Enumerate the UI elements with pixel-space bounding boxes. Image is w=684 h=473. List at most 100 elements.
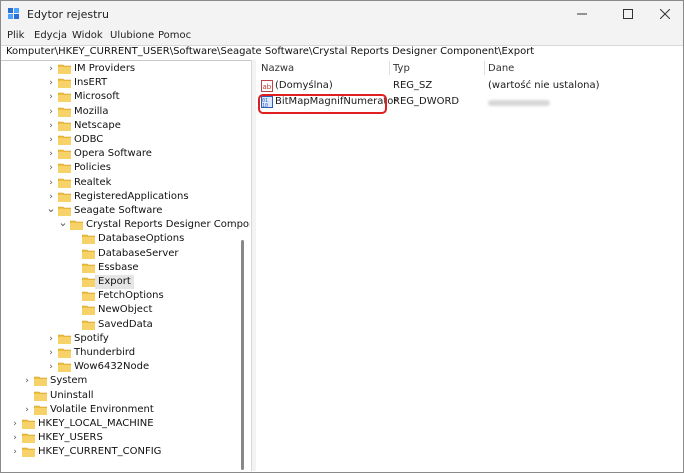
value-type: REG_SZ: [393, 80, 433, 91]
tree-item[interactable]: › Realtek: [4, 176, 244, 190]
chevron-right-icon[interactable]: ›: [46, 333, 56, 345]
tree-item-label: Opera Software: [74, 148, 152, 160]
tree-item-label: Thunderbird: [74, 347, 136, 358]
chevron-right-icon[interactable]: ›: [46, 63, 56, 75]
tree-item[interactable]: Uninstall: [4, 389, 244, 403]
tree-item[interactable]: › HKEY_LOCAL_MACHINE: [4, 417, 244, 431]
menu-file[interactable]: Plik: [7, 30, 24, 41]
tree-item-label: ODBC: [74, 134, 104, 145]
tree-item[interactable]: › Thunderbird: [4, 346, 244, 360]
chevron-right-icon[interactable]: ›: [46, 347, 56, 359]
tree-item-label: HKEY_CURRENT_CONFIG: [38, 446, 162, 458]
red-highlight-box: [258, 94, 387, 114]
chevron-down-icon[interactable]: ⌄: [46, 203, 56, 217]
chevron-down-icon[interactable]: ⌄: [58, 217, 68, 231]
value-type: REG_DWORD: [393, 96, 460, 107]
chevron-right-icon[interactable]: ›: [46, 148, 56, 160]
menu-help[interactable]: Pomoc: [158, 30, 191, 41]
folder-icon: [34, 405, 47, 415]
tree-item[interactable]: › IM Providers: [4, 62, 244, 76]
tree-item[interactable]: › Netscape: [4, 119, 244, 133]
tree-item[interactable]: › Volatile Environment: [4, 403, 244, 417]
folder-icon: [58, 93, 71, 103]
chevron-right-icon[interactable]: ›: [46, 77, 56, 89]
folder-icon: [58, 64, 71, 74]
chevron-right-icon[interactable]: ›: [46, 91, 56, 103]
tree-item[interactable]: SavedData: [4, 318, 244, 332]
tree-item-label: HKEY_USERS: [38, 432, 103, 444]
menu-view[interactable]: Widok: [72, 30, 103, 41]
maximize-icon: [623, 9, 633, 19]
maximize-button[interactable]: [611, 1, 645, 27]
column-separator[interactable]: [389, 61, 390, 75]
tree-item[interactable]: › HKEY_USERS: [4, 431, 244, 445]
column-header-data[interactable]: Dane: [488, 63, 514, 74]
close-button[interactable]: [648, 1, 682, 27]
window-title: Edytor rejestru: [27, 8, 109, 21]
value-data: (wartość nie ustalona): [488, 80, 600, 91]
tree-item[interactable]: › ODBC: [4, 133, 244, 147]
tree-item-label: Microsoft: [74, 91, 120, 103]
tree-item-label: Export: [95, 275, 134, 289]
folder-icon: [70, 220, 83, 231]
tree-item[interactable]: › RegisteredApplications: [4, 190, 244, 204]
chevron-right-icon[interactable]: ›: [46, 162, 56, 174]
value-row[interactable]: ab (Domyślna) REG_SZ (wartość nie ustalo…: [256, 79, 683, 94]
value-name: (Domyślna): [275, 80, 333, 91]
chevron-right-icon[interactable]: ›: [46, 120, 56, 132]
chevron-right-icon[interactable]: ›: [46, 191, 56, 203]
chevron-right-icon[interactable]: ›: [46, 106, 56, 118]
minimize-button[interactable]: [565, 1, 599, 27]
tree-item[interactable]: › Policies: [4, 161, 244, 175]
tree-item[interactable]: NewObject: [4, 303, 244, 317]
chevron-right-icon[interactable]: ›: [46, 134, 56, 146]
tree-scrollbar[interactable]: [239, 60, 245, 470]
address-bar[interactable]: Komputer\HKEY_CURRENT_USER\Software\Seag…: [1, 45, 683, 61]
title-bar[interactable]: Edytor rejestru: [1, 1, 683, 27]
tree-item[interactable]: › System: [4, 374, 244, 388]
chevron-right-icon[interactable]: ›: [22, 375, 32, 387]
tree-item[interactable]: ⌄ Crystal Reports Designer Component: [4, 217, 250, 232]
folder-icon: [58, 164, 71, 174]
tree-item[interactable]: › Opera Software: [4, 147, 244, 161]
menu-edit[interactable]: Edycja: [34, 30, 67, 41]
svg-text:ab: ab: [263, 83, 272, 91]
folder-icon: [58, 178, 71, 188]
tree-item[interactable]: › Spotify: [4, 332, 244, 346]
tree-item[interactable]: FetchOptions: [4, 289, 244, 303]
tree-item-label: FetchOptions: [98, 290, 164, 302]
tree-item[interactable]: › Microsoft: [4, 90, 244, 104]
tree-scrollbar-thumb[interactable]: [241, 240, 244, 470]
menu-favorites[interactable]: Ulubione: [110, 30, 154, 41]
folder-icon: [82, 235, 95, 245]
chevron-right-icon[interactable]: ›: [10, 418, 20, 430]
tree-item[interactable]: DatabaseOptions: [4, 232, 244, 246]
chevron-right-icon[interactable]: ›: [22, 404, 32, 416]
tree-item-label: Mozilla: [74, 105, 109, 117]
chevron-right-icon[interactable]: ›: [46, 361, 56, 373]
tree-item[interactable]: › HKEY_CURRENT_CONFIG: [4, 445, 244, 459]
folder-icon: [22, 419, 35, 429]
tree-item[interactable]: DatabaseServer: [4, 247, 244, 261]
folder-icon: [58, 135, 71, 145]
tree-item-label: Netscape: [74, 119, 121, 131]
tree-item-label: IM Providers: [74, 63, 136, 74]
tree-item-label: Realtek: [74, 176, 112, 188]
chevron-right-icon[interactable]: ›: [10, 432, 20, 444]
column-header-type[interactable]: Typ: [393, 63, 410, 74]
tree-item[interactable]: › Mozilla: [4, 105, 244, 119]
tree-item[interactable]: › InsERT: [4, 76, 244, 90]
values-pane: Nazwa Typ Dane ab (Domyślna) REG_SZ (war…: [256, 60, 683, 471]
registry-editor-window: Edytor rejestru Plik Edycja Widok Ulubio…: [0, 0, 684, 473]
tree-item[interactable]: › Wow6432Node: [4, 360, 244, 374]
column-separator[interactable]: [484, 61, 485, 75]
tree-item[interactable]: Essbase: [4, 261, 244, 275]
chevron-right-icon[interactable]: ›: [10, 446, 20, 458]
tree-item[interactable]: Export: [4, 275, 244, 289]
folder-icon: [34, 377, 47, 387]
column-header-name[interactable]: Nazwa: [261, 63, 294, 74]
chevron-right-icon[interactable]: ›: [46, 177, 56, 189]
tree-item-label: SavedData: [98, 318, 153, 330]
tree-item-label: System: [50, 375, 88, 387]
tree-item[interactable]: ⌄ Seagate Software: [4, 203, 244, 218]
